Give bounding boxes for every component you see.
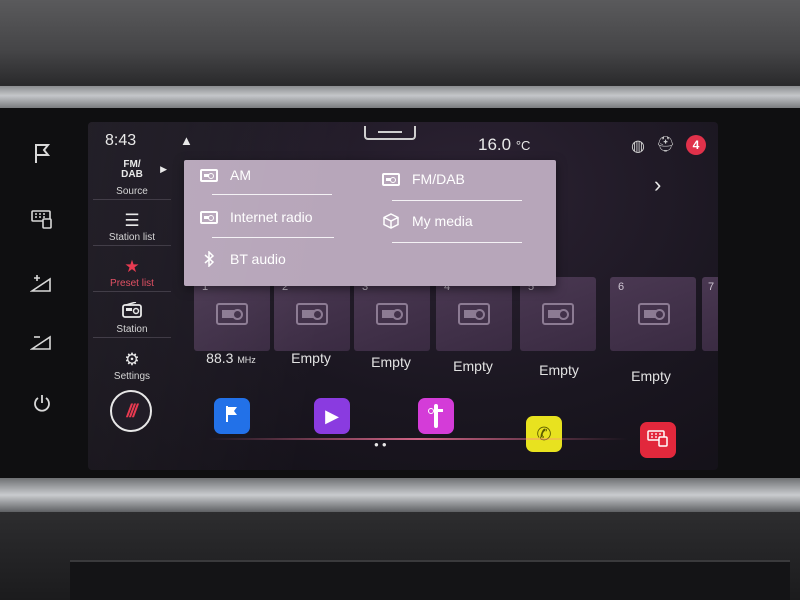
sidebar-item-source[interactable]: FM/ DAB Source ▶ bbox=[93, 154, 171, 200]
source-item-my-media[interactable]: My media bbox=[380, 206, 473, 236]
preset-label-1: 88.3 MHz bbox=[186, 350, 276, 366]
power-icon[interactable] bbox=[22, 388, 62, 418]
divider bbox=[212, 194, 332, 195]
nav-flag-icon[interactable] bbox=[22, 138, 62, 168]
sidebar-item-settings[interactable]: ⚙ Settings bbox=[93, 338, 171, 384]
preset-frequency: 88.3 bbox=[206, 350, 234, 366]
source-item-label: AM bbox=[230, 167, 251, 183]
star-icon: ★ bbox=[124, 257, 140, 276]
radio-icon bbox=[380, 171, 402, 187]
radio-sidebar: FM/ DAB Source ▶ ☰ Station list ★ Preset… bbox=[93, 154, 171, 384]
nav-arrow-icon: ▲ bbox=[180, 133, 193, 148]
phone-icon: ✆ bbox=[536, 423, 552, 444]
source-menu: AM FM/DAB Internet radio My media BT aud… bbox=[184, 160, 556, 286]
driver-profile-icon[interactable]: ⛑ bbox=[656, 135, 675, 153]
preset-card-2[interactable]: 2 bbox=[274, 277, 350, 351]
sidebar-item-station-list[interactable]: ☰ Station list bbox=[93, 200, 171, 246]
play-icon: ▶ bbox=[325, 405, 339, 426]
air-vent bbox=[70, 560, 790, 600]
home-logo-button[interactable]: /// bbox=[110, 390, 152, 432]
radio-icon bbox=[216, 303, 248, 325]
temperature-unit: °C bbox=[515, 138, 531, 153]
sidebar-item-label: Station bbox=[116, 324, 148, 335]
source-item-label: My media bbox=[412, 213, 473, 229]
navigation-app-button[interactable] bbox=[214, 398, 250, 434]
source-item-fm-dab[interactable]: FM/DAB bbox=[380, 164, 465, 194]
play-arrow-icon: ▶ bbox=[160, 164, 167, 174]
media-app-button[interactable]: ▶ bbox=[314, 398, 350, 434]
radio-icon bbox=[542, 303, 574, 325]
temperature-value: 16.0 bbox=[478, 135, 512, 154]
car-icon bbox=[647, 429, 669, 452]
divider bbox=[392, 242, 522, 243]
chrome-trim-top bbox=[0, 86, 800, 110]
sidebar-item-label: Preset list bbox=[110, 278, 154, 289]
chevron-right-icon[interactable]: › bbox=[654, 172, 661, 198]
chrome-trim-bottom bbox=[0, 478, 800, 512]
radio-app-button[interactable] bbox=[418, 398, 454, 434]
sidebar-item-station[interactable]: Station bbox=[93, 292, 171, 338]
radio-icon bbox=[198, 167, 220, 183]
preset-unit: MHz bbox=[237, 355, 256, 365]
car-menu-icon[interactable] bbox=[22, 204, 62, 234]
preset-label-5: Empty bbox=[539, 362, 579, 378]
bluetooth-icon bbox=[198, 251, 220, 267]
source-item-am[interactable]: AM bbox=[198, 160, 251, 190]
preset-number: 6 bbox=[618, 281, 625, 293]
source-item-internet-radio[interactable]: Internet radio bbox=[198, 202, 313, 232]
clock: 8:43 bbox=[105, 132, 137, 149]
preset-card-5[interactable]: 5 bbox=[520, 277, 596, 351]
dock-glow bbox=[208, 438, 628, 440]
notification-badge[interactable]: 4 bbox=[686, 135, 706, 155]
phone-app-button[interactable]: ✆ bbox=[526, 416, 562, 452]
volume-up-icon[interactable] bbox=[22, 270, 62, 300]
radio-icon bbox=[376, 303, 408, 325]
divider bbox=[212, 237, 334, 238]
source-item-label: FM/DAB bbox=[412, 171, 465, 187]
pull-down-handle[interactable] bbox=[364, 126, 416, 140]
radio-icon bbox=[296, 303, 328, 325]
radio-icon bbox=[434, 403, 438, 428]
infotainment-screen: 8:43 ▲ 16.0 °C ◍ ⛑ 4 FM/ DAB Source ▶ ☰ … bbox=[88, 122, 718, 470]
sidebar-item-label: Source bbox=[116, 186, 148, 197]
gear-icon: ⚙ bbox=[124, 350, 140, 369]
cube-icon bbox=[380, 213, 402, 229]
list-icon: ☰ bbox=[124, 211, 140, 230]
divider bbox=[392, 200, 522, 201]
preset-card-1[interactable]: 1 bbox=[194, 277, 270, 351]
radio-icon bbox=[638, 303, 670, 325]
radio-icon bbox=[458, 303, 490, 325]
dashboard-top bbox=[0, 0, 800, 85]
car-app-button[interactable] bbox=[640, 422, 676, 458]
source-item-label: BT audio bbox=[230, 251, 286, 267]
hardkey-panel bbox=[22, 130, 62, 430]
outside-temperature: 16.0 °C bbox=[478, 135, 530, 155]
source-fm-dab-icon: FM/ DAB bbox=[121, 159, 143, 180]
volume-down-icon[interactable] bbox=[22, 328, 62, 358]
preset-card-4[interactable]: 4 bbox=[436, 277, 512, 351]
preset-card-3[interactable]: 3 bbox=[354, 277, 430, 351]
globe-icon: ◍ bbox=[631, 138, 645, 155]
sidebar-item-label: Station list bbox=[108, 232, 156, 243]
sidebar-item-preset-list[interactable]: ★ Preset list bbox=[93, 246, 171, 292]
preset-label-2: Empty bbox=[291, 350, 331, 366]
preset-card-6[interactable]: 6 bbox=[610, 277, 696, 351]
preset-label-4: Empty bbox=[453, 358, 493, 374]
source-item-label: Internet radio bbox=[230, 209, 313, 225]
preset-card-7[interactable]: 7 bbox=[702, 277, 718, 351]
radio-icon bbox=[122, 301, 142, 322]
preset-label-6: Empty bbox=[631, 368, 671, 384]
source-item-bt-audio[interactable]: BT audio bbox=[198, 244, 286, 274]
internet-radio-icon bbox=[198, 209, 220, 225]
sidebar-item-label: Settings bbox=[113, 371, 151, 382]
preset-label-3: Empty bbox=[371, 354, 411, 370]
page-indicator: ●● bbox=[374, 440, 390, 449]
preset-number: 7 bbox=[708, 281, 715, 293]
flag-icon bbox=[224, 405, 240, 428]
